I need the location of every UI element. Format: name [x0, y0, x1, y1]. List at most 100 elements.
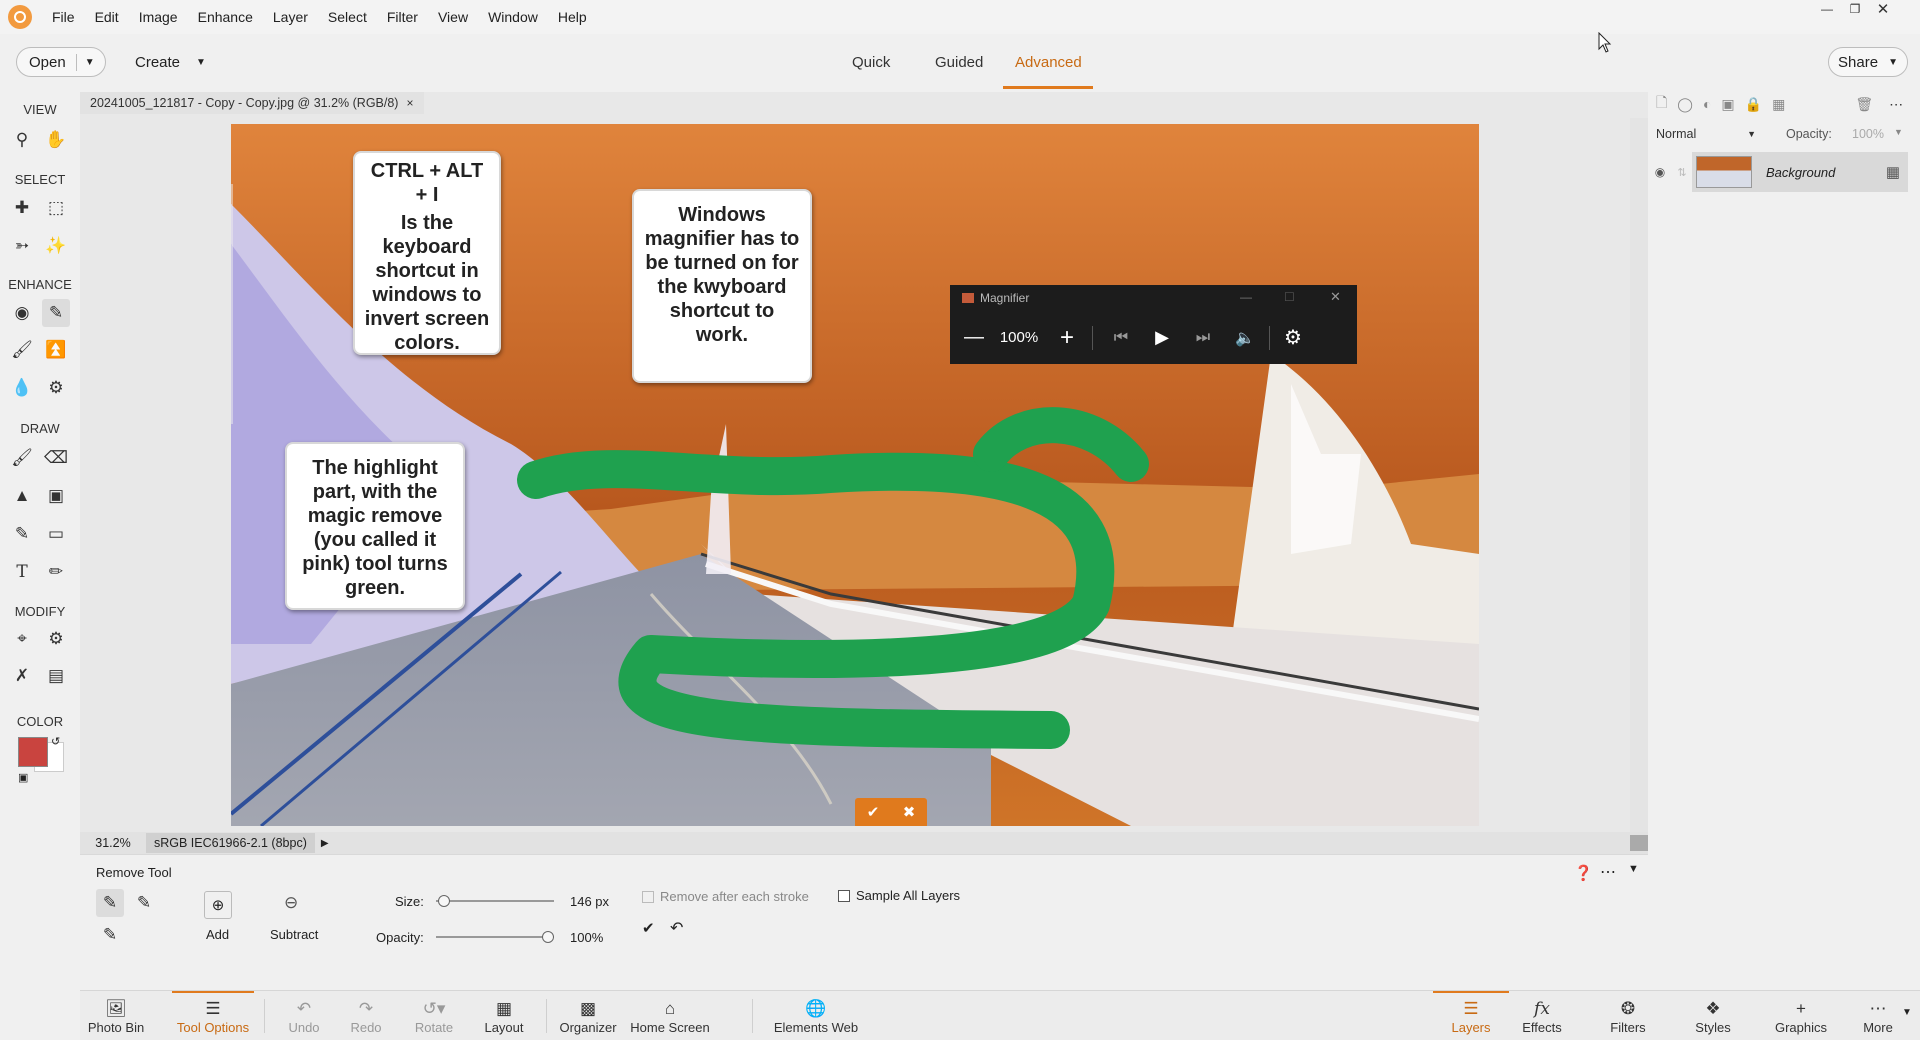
close-tab-icon[interactable]: × — [406, 96, 413, 110]
minimize-icon[interactable]: — — [1240, 290, 1252, 304]
lock-icon[interactable]: 🔒 — [1745, 96, 1762, 113]
redo-button[interactable]: ↷ Redo — [342, 991, 390, 1040]
foreground-color-swatch[interactable] — [18, 737, 48, 767]
tab-advanced[interactable]: Advanced — [1015, 43, 1082, 81]
menu-help[interactable]: Help — [548, 9, 597, 25]
size-slider-track[interactable] — [436, 895, 554, 907]
vertical-scrollbar[interactable] — [1630, 118, 1648, 832]
remove-after-stroke-checkbox[interactable] — [642, 890, 654, 903]
chevron-down-icon[interactable]: ▼ — [77, 57, 95, 68]
styles-button[interactable]: ❖ Styles — [1683, 991, 1743, 1040]
hand-tool-icon[interactable]: ✋ — [42, 126, 70, 154]
zoom-in-icon[interactable]: + — [1052, 324, 1082, 352]
commit-icon[interactable]: ✔ — [867, 803, 880, 821]
more-options-icon[interactable]: ⋯ — [1600, 862, 1616, 882]
default-colors-icon[interactable]: ▣ — [18, 771, 28, 784]
apply-check-icon[interactable]: ✔ — [642, 919, 655, 937]
magic-wand-tool-icon[interactable]: ✨ — [42, 232, 70, 260]
eyedropper-tool-icon[interactable]: ✎ — [8, 520, 36, 548]
size-slider-handle[interactable] — [438, 895, 451, 907]
eraser-tool-icon[interactable]: ⌫ — [42, 444, 70, 472]
gradient-tool-icon[interactable]: ▣ — [42, 482, 70, 510]
rotate-button[interactable]: ↺▾ Rotate — [406, 991, 462, 1040]
chevron-down-icon[interactable]: ▼ — [1902, 1007, 1912, 1018]
status-arrow-icon[interactable]: ▶ — [321, 838, 329, 849]
blur-tool-icon[interactable]: 💧 — [8, 374, 36, 402]
trash-icon[interactable]: 🗑 — [1855, 96, 1873, 113]
opacity-slider-handle[interactable] — [542, 931, 554, 943]
healing-brush-icon[interactable]: ✎ — [96, 921, 124, 949]
tool-options-button[interactable]: ☰ Tool Options — [172, 991, 254, 1040]
sample-all-layers-checkbox[interactable] — [838, 889, 850, 902]
clone-stamp-tool-icon[interactable]: ⏫ — [42, 336, 70, 364]
swap-colors-icon[interactable]: ↺ — [51, 735, 60, 748]
play-icon[interactable]: ▶ — [1139, 327, 1185, 348]
graphics-button[interactable]: + Graphics — [1766, 991, 1836, 1040]
filters-button[interactable]: ❂ Filters — [1596, 991, 1660, 1040]
close-icon[interactable]: ✕ — [1330, 289, 1341, 305]
cancel-icon[interactable]: ✖ — [903, 803, 916, 821]
content-aware-move-tool-icon[interactable]: ✗ — [8, 662, 36, 690]
sample-all-layers-option[interactable]: Sample All Layers — [838, 888, 960, 903]
brush-tool-icon[interactable]: 🖌 — [8, 444, 36, 472]
layer-row-background[interactable]: ◉ ⇅ Background ▦ — [1648, 152, 1910, 192]
next-icon[interactable]: ⏭ — [1185, 329, 1221, 347]
menu-select[interactable]: Select — [318, 9, 377, 25]
pencil-tool-icon[interactable]: ✏ — [42, 558, 70, 586]
elements-web-button[interactable]: 🌐 Elements Web — [770, 991, 862, 1040]
magnifier-window[interactable]: Magnifier — ☐ ✕ — 100% + ⏮ ▶ ⏭ 🔈 ⚙ — [950, 285, 1357, 364]
open-button[interactable]: Open ▼ — [16, 47, 106, 77]
link-icon[interactable]: ⇅ — [1672, 166, 1692, 179]
add-button[interactable]: ⊕ — [204, 891, 232, 919]
image-canvas[interactable]: CTRL + ALT + I Is the keyboard shortcut … — [231, 124, 1479, 826]
move-tool-icon[interactable]: ✚ — [8, 194, 36, 222]
adjustment-layer-icon[interactable]: ◐ — [1703, 96, 1711, 112]
visibility-eye-icon[interactable]: ◉ — [1648, 165, 1672, 179]
crop-tool-icon[interactable]: ⌖ — [8, 625, 36, 653]
restore-icon[interactable]: ❐ — [1844, 0, 1866, 18]
gear-icon[interactable]: ⚙ — [1278, 325, 1308, 350]
new-layer-icon[interactable]: 🗋 — [1656, 92, 1667, 116]
type-tool-icon[interactable]: T — [8, 558, 36, 586]
brush-enhance-tool-icon[interactable]: 🖌 — [8, 336, 36, 364]
remove-after-stroke-option[interactable]: Remove after each stroke — [642, 889, 809, 904]
lock-transparency-icon[interactable]: ▦ — [1772, 96, 1785, 113]
layer-mask-icon[interactable]: ▣ — [1721, 96, 1734, 113]
menu-enhance[interactable]: Enhance — [188, 9, 263, 25]
help-icon[interactable]: ❓ — [1574, 864, 1593, 882]
remove-mode-brush-icon[interactable]: ✎ — [96, 889, 124, 917]
straighten-tool-icon[interactable]: ▤ — [42, 662, 70, 690]
menu-layer[interactable]: Layer — [263, 9, 318, 25]
menu-edit[interactable]: Edit — [85, 9, 129, 25]
menu-filter[interactable]: Filter — [377, 9, 428, 25]
opacity-slider-track[interactable] — [436, 931, 554, 943]
zoom-tool-icon[interactable]: ⚲ — [8, 126, 36, 154]
effects-button[interactable]: fx Effects — [1510, 991, 1574, 1040]
menu-file[interactable]: File — [42, 9, 85, 25]
minimize-icon[interactable]: — — [1816, 0, 1838, 18]
layer-opacity-value[interactable]: 100% — [1852, 127, 1884, 141]
more-options-icon[interactable]: ⋯ — [1889, 96, 1903, 113]
menu-view[interactable]: View — [428, 9, 478, 25]
blend-mode-select[interactable]: Normal ▼ — [1656, 122, 1756, 146]
zoom-out-icon[interactable]: — — [962, 326, 986, 349]
shape-tool-icon[interactable]: ▭ — [42, 520, 70, 548]
layers-button[interactable]: ☰ Layers — [1433, 991, 1509, 1040]
remove-tool-icon[interactable]: ✎ — [42, 299, 70, 327]
undo-button[interactable]: ↶ Undo — [280, 991, 328, 1040]
share-button[interactable]: Share ▼ — [1828, 47, 1908, 77]
document-tab[interactable]: 20241005_121817 - Copy - Copy.jpg @ 31.2… — [80, 92, 424, 114]
spot-healing-icon[interactable]: ✎ — [130, 889, 158, 917]
paint-bucket-tool-icon[interactable]: ▲ — [8, 482, 36, 510]
new-group-icon[interactable]: ◯ — [1677, 96, 1693, 113]
collapse-chevron-icon[interactable]: ▼ — [1628, 863, 1639, 875]
more-button[interactable]: ⋯ More — [1856, 991, 1900, 1040]
menu-image[interactable]: Image — [129, 9, 188, 25]
lasso-tool-icon[interactable]: ➳ — [8, 232, 36, 260]
red-eye-tool-icon[interactable]: ◉ — [8, 299, 36, 327]
recompose-tool-icon[interactable]: ⚙ — [42, 625, 70, 653]
previous-icon[interactable]: ⏮ — [1103, 329, 1139, 347]
organizer-button[interactable]: ▩ Organizer — [556, 991, 620, 1040]
reset-icon[interactable]: ↶ — [670, 918, 683, 938]
close-icon[interactable]: ✕ — [1872, 0, 1894, 18]
